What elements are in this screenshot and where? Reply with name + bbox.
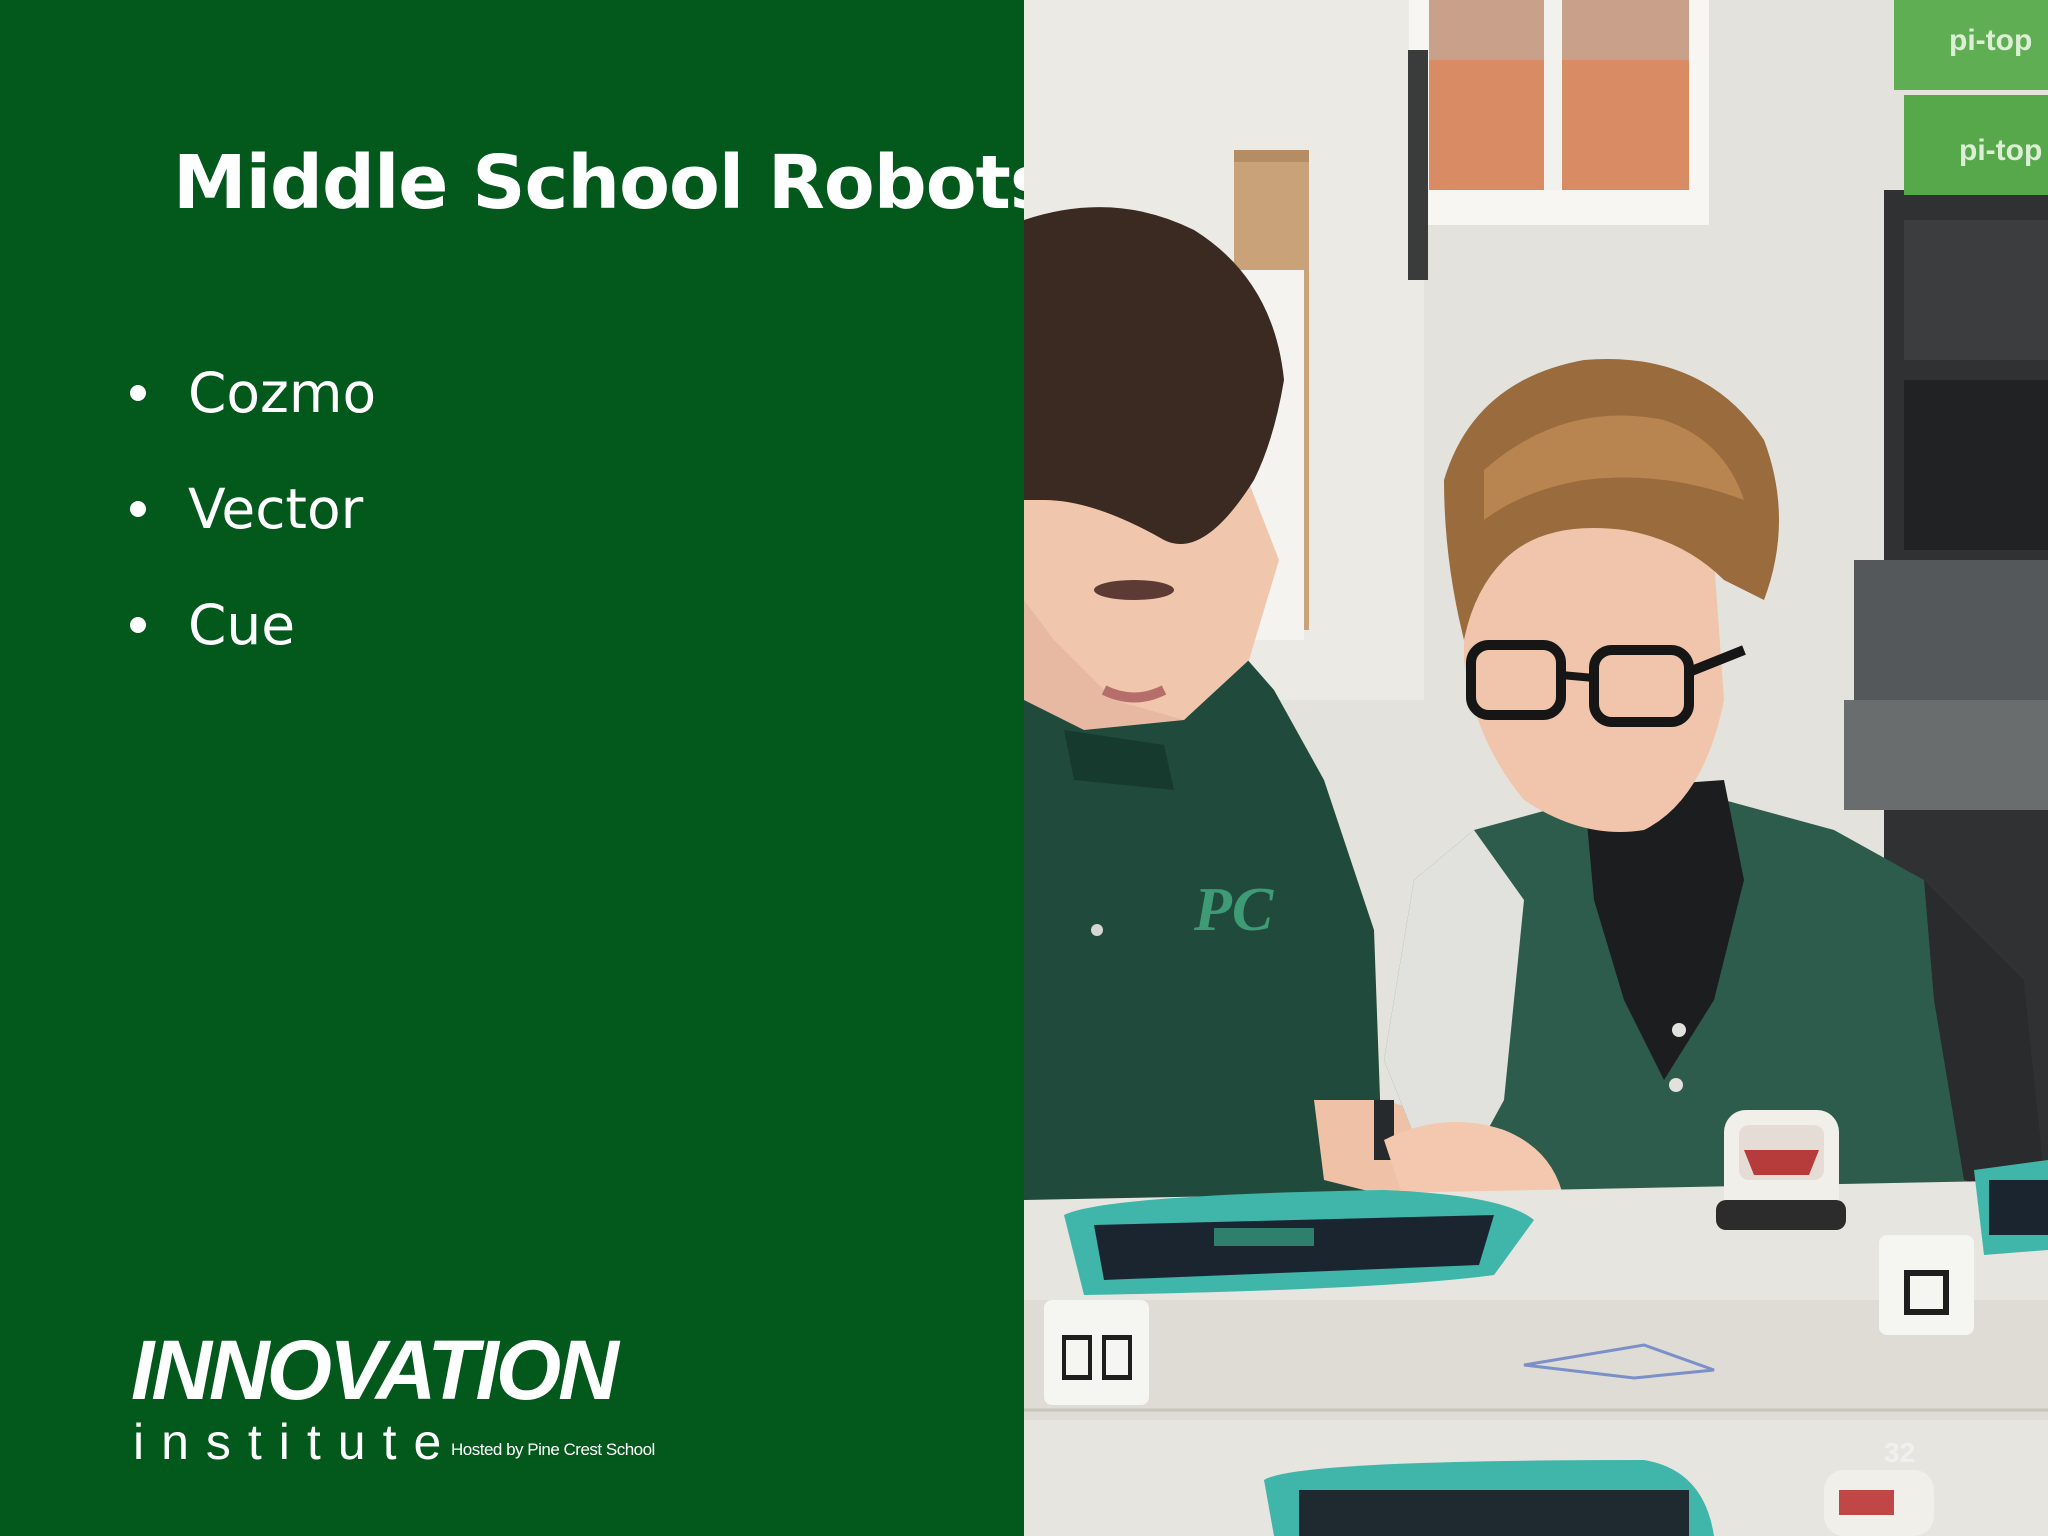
logo-hosted-by: Hosted by Pine Crest School xyxy=(451,1440,655,1459)
bullet-dot-icon xyxy=(130,385,146,401)
bullet-text: Cozmo xyxy=(188,361,377,425)
box-label-1: pi-top xyxy=(1949,24,2032,57)
left-green-panel: Middle School Robots Cozmo Vector Cue IN… xyxy=(0,0,1054,1536)
page-number: 32 xyxy=(1884,1437,1916,1468)
logo-subtitle: institute xyxy=(133,1414,459,1470)
logo-wordmark: INNOVATION xyxy=(131,1323,619,1417)
innovation-institute-logo: INNOVATION institute Hosted by Pine Cres… xyxy=(131,1328,671,1468)
bullet-list: Cozmo Vector Cue xyxy=(122,335,376,683)
bullet-text: Vector xyxy=(188,477,364,541)
bullet-text: Cue xyxy=(188,593,296,657)
slide: Middle School Robots Cozmo Vector Cue IN… xyxy=(0,0,2048,1536)
photo-illustration: pi-top pi-top PC xyxy=(1024,0,2048,1536)
shirt-monogram: PC xyxy=(1193,876,1274,944)
students-robots-photo: pi-top pi-top PC xyxy=(1024,0,2048,1536)
box-label-2: pi-top xyxy=(1959,134,2042,167)
bullet-dot-icon xyxy=(130,501,146,517)
slide-title: Middle School Robots xyxy=(173,140,1054,226)
bullet-dot-icon xyxy=(130,617,146,633)
bullet-item-cue: Cue xyxy=(122,567,376,683)
bullet-item-vector: Vector xyxy=(122,451,376,567)
bullet-item-cozmo: Cozmo xyxy=(122,335,376,451)
